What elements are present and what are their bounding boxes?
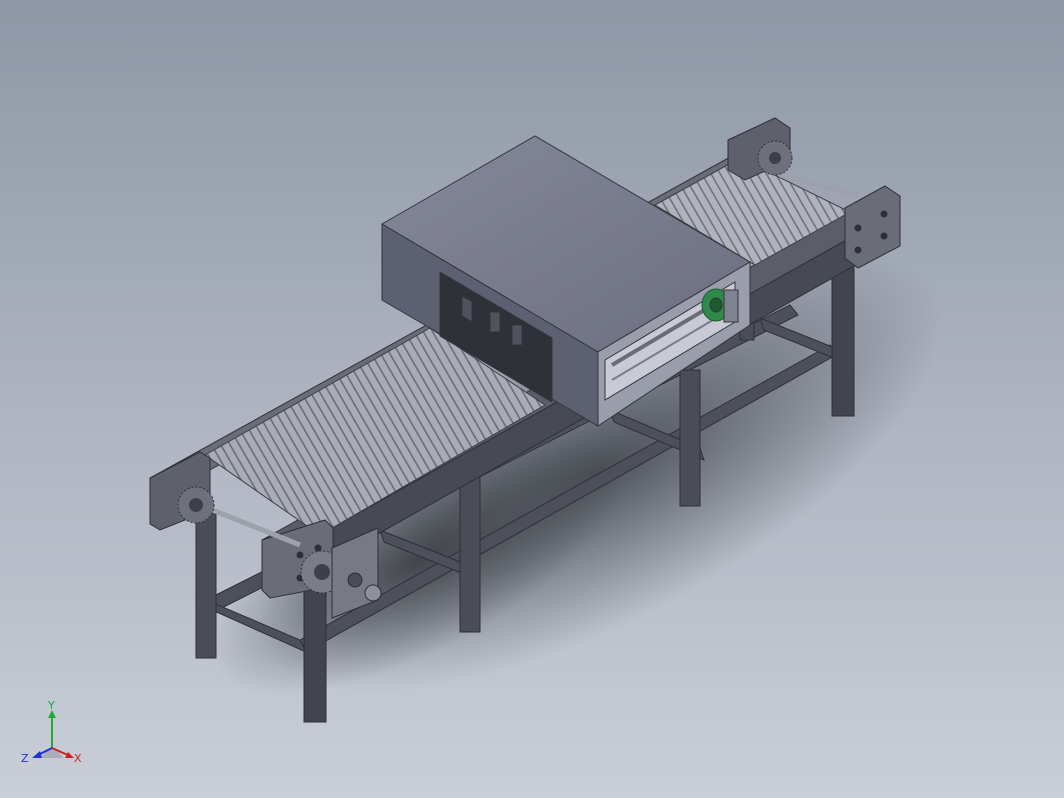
y-axis-label: Y xyxy=(47,700,55,712)
x-axis-label: X xyxy=(74,752,82,765)
cad-viewport[interactable]: Y X Z xyxy=(0,0,1064,798)
end-plate-right-near[interactable] xyxy=(844,185,901,269)
sprocket-right-far[interactable] xyxy=(757,140,793,176)
leg-front-left xyxy=(195,509,217,659)
orientation-triad[interactable]: Y X Z xyxy=(18,700,88,770)
z-axis-arrow xyxy=(32,751,42,758)
leg-center xyxy=(679,369,701,507)
leg-left-mid xyxy=(459,469,481,633)
conveyor-model[interactable] xyxy=(0,0,1064,798)
drive-motor[interactable] xyxy=(701,288,739,323)
z-axis-label: Z xyxy=(21,752,29,765)
sprocket-left-far[interactable] xyxy=(177,486,215,524)
leg-back-right xyxy=(831,257,855,417)
